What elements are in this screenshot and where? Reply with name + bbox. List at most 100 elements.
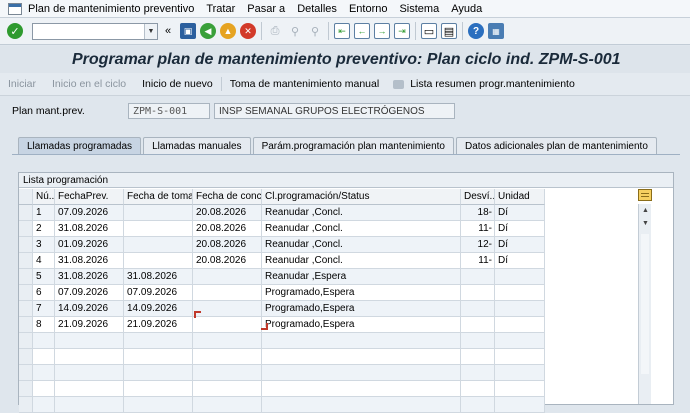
fecha-toma-cell[interactable]: 07.09.2026 xyxy=(124,285,193,301)
tab-llamadas-manuales[interactable]: Llamadas manuales xyxy=(143,137,251,154)
table-row[interactable]: 6 07.09.2026 07.09.2026 Programado,Espera xyxy=(19,285,545,301)
fecha-conclusion-cell[interactable] xyxy=(193,349,262,365)
fecha-conclusion-cell[interactable]: 20.08.2026 xyxy=(193,237,262,253)
exit-icon[interactable]: ▲ xyxy=(220,23,236,39)
row-selector[interactable] xyxy=(19,285,33,301)
menu-entorno[interactable]: Entorno xyxy=(349,3,388,15)
table-row[interactable]: 1 07.09.2026 20.08.2026 Reanudar ,Concl. 18-… xyxy=(19,205,545,221)
window-menu-icon[interactable] xyxy=(8,2,22,15)
status-cell[interactable]: Reanudar ,Espera xyxy=(262,269,461,285)
fecha-toma-cell[interactable] xyxy=(124,221,193,237)
fecha-conclusion-cell[interactable] xyxy=(193,333,262,349)
unidad-cell[interactable]: Dí xyxy=(495,221,545,237)
fecha-conclusion-cell[interactable] xyxy=(193,301,262,317)
layout-icon[interactable]: ▦ xyxy=(488,23,504,39)
row-selector[interactable] xyxy=(19,365,33,381)
row-number-cell[interactable] xyxy=(33,381,55,397)
toma-mantenimiento-manual-button[interactable]: Toma de mantenimiento manual xyxy=(222,78,387,90)
desviacion-cell[interactable] xyxy=(461,269,495,285)
fecha-conclusion-cell[interactable]: 20.08.2026 xyxy=(193,205,262,221)
unidad-cell[interactable] xyxy=(495,301,545,317)
row-number-cell[interactable]: 6 xyxy=(33,285,55,301)
unidad-cell[interactable] xyxy=(495,365,545,381)
table-row[interactable] xyxy=(19,381,545,397)
unidad-cell[interactable]: Dí xyxy=(495,205,545,221)
tab-llamadas-programadas[interactable]: Llamadas programadas xyxy=(18,137,142,155)
col-header-status[interactable]: Cl.programación/Status xyxy=(262,189,461,205)
select-all-cell[interactable] xyxy=(19,189,33,205)
fecha-toma-cell[interactable] xyxy=(124,397,193,413)
row-number-cell[interactable]: 3 xyxy=(33,237,55,253)
row-selector[interactable] xyxy=(19,221,33,237)
fecha-conclusion-cell[interactable] xyxy=(193,397,262,413)
lista-resumen-button[interactable]: Lista resumen progr.mantenimiento xyxy=(410,78,583,90)
cancel-icon[interactable]: ✕ xyxy=(240,23,256,39)
row-number-cell[interactable]: 8 xyxy=(33,317,55,333)
row-number-cell[interactable] xyxy=(33,365,55,381)
table-row[interactable]: 7 14.09.2026 14.09.2026 Programado,Espera xyxy=(19,301,545,317)
desviacion-cell[interactable] xyxy=(461,285,495,301)
desviacion-cell[interactable]: 11- xyxy=(461,221,495,237)
desviacion-cell[interactable] xyxy=(461,349,495,365)
ok-icon[interactable]: ✓ xyxy=(7,23,23,39)
fechaprev-cell[interactable]: 01.09.2026 xyxy=(55,237,124,253)
unidad-cell[interactable] xyxy=(495,285,545,301)
tab-parametros-programacion[interactable]: Parám.programación plan mantenimiento xyxy=(252,137,454,154)
menu-sistema[interactable]: Sistema xyxy=(399,3,439,15)
table-row[interactable] xyxy=(19,397,545,413)
col-header-fecha-conclusion[interactable]: Fecha de concl... xyxy=(193,189,262,205)
fechaprev-cell[interactable] xyxy=(55,365,124,381)
desviacion-cell[interactable] xyxy=(461,397,495,413)
column-config-icon[interactable] xyxy=(638,189,652,201)
fecha-toma-cell[interactable] xyxy=(124,237,193,253)
row-selector[interactable] xyxy=(19,333,33,349)
row-selector[interactable] xyxy=(19,397,33,413)
table-row[interactable]: 3 01.09.2026 20.08.2026 Reanudar ,Concl. 12-… xyxy=(19,237,545,253)
desviacion-cell[interactable]: 18- xyxy=(461,205,495,221)
fecha-conclusion-cell[interactable] xyxy=(193,285,262,301)
table-row[interactable]: 4 31.08.2026 20.08.2026 Reanudar ,Concl. 11-… xyxy=(19,253,545,269)
unidad-cell[interactable] xyxy=(495,317,545,333)
fechaprev-cell[interactable]: 21.09.2026 xyxy=(55,317,124,333)
fecha-conclusion-cell[interactable] xyxy=(193,317,262,333)
desviacion-cell[interactable] xyxy=(461,381,495,397)
unidad-cell[interactable]: Dí xyxy=(495,237,545,253)
row-number-cell[interactable]: 1 xyxy=(33,205,55,221)
plan-code-field[interactable]: ZPM-S-001 xyxy=(128,103,210,119)
row-number-cell[interactable] xyxy=(33,349,55,365)
fechaprev-cell[interactable]: 31.08.2026 xyxy=(55,221,124,237)
fecha-conclusion-cell[interactable]: 20.08.2026 xyxy=(193,253,262,269)
table-row[interactable]: 5 31.08.2026 31.08.2026 Reanudar ,Espera xyxy=(19,269,545,285)
row-number-cell[interactable]: 5 xyxy=(33,269,55,285)
status-cell[interactable] xyxy=(262,397,461,413)
fecha-conclusion-cell[interactable]: 20.08.2026 xyxy=(193,221,262,237)
fechaprev-cell[interactable]: 07.09.2026 xyxy=(55,285,124,301)
back-icon[interactable]: ◀ xyxy=(200,23,216,39)
row-number-cell[interactable]: 2 xyxy=(33,221,55,237)
col-header-fecha-toma[interactable]: Fecha de toma xyxy=(124,189,193,205)
fecha-conclusion-cell[interactable] xyxy=(193,269,262,285)
table-row[interactable] xyxy=(19,365,545,381)
row-number-cell[interactable] xyxy=(33,397,55,413)
save-icon[interactable]: ▣ xyxy=(180,23,196,39)
fecha-toma-cell[interactable] xyxy=(124,253,193,269)
menu-tratar[interactable]: Tratar xyxy=(206,3,235,15)
status-cell[interactable]: Reanudar ,Concl. xyxy=(262,205,461,221)
scroll-down-icon[interactable]: ▼ xyxy=(639,217,652,230)
command-field[interactable]: ▼ xyxy=(32,22,158,40)
new-session-icon[interactable]: ▭ xyxy=(421,23,437,39)
back-arrows-icon[interactable]: « xyxy=(160,23,176,39)
row-selector[interactable] xyxy=(19,317,33,333)
status-cell[interactable] xyxy=(262,333,461,349)
fecha-conclusion-cell[interactable] xyxy=(193,381,262,397)
menu-plan[interactable]: Plan de mantenimiento preventivo xyxy=(28,3,194,15)
row-selector[interactable] xyxy=(19,301,33,317)
table-row[interactable] xyxy=(19,333,545,349)
fechaprev-cell[interactable]: 31.08.2026 xyxy=(55,253,124,269)
tab-datos-adicionales[interactable]: Datos adicionales plan de mantenimiento xyxy=(456,137,657,154)
unidad-cell[interactable] xyxy=(495,397,545,413)
desviacion-cell[interactable] xyxy=(461,317,495,333)
desviacion-cell[interactable]: 11- xyxy=(461,253,495,269)
list-icon[interactable] xyxy=(393,79,405,89)
inicio-de-nuevo-button[interactable]: Inicio de nuevo xyxy=(134,78,221,90)
